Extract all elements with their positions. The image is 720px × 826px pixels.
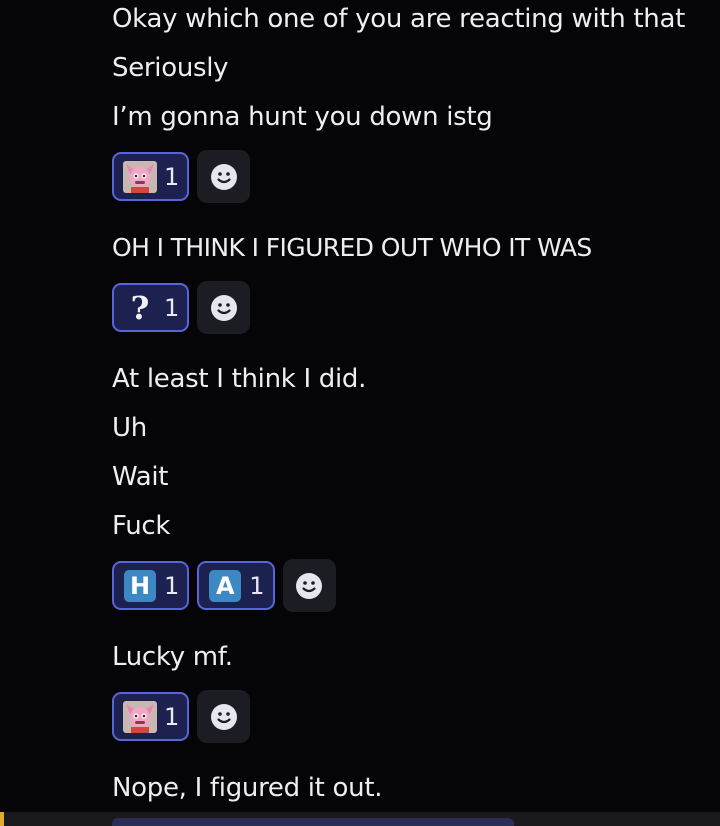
reaction-pink-character[interactable]: 1 [112,692,190,741]
message-text: Wait [112,462,169,492]
smiley-icon [296,572,323,599]
message-text: Fuck [112,511,171,541]
reaction-letter-a[interactable]: A 1 [197,561,275,610]
add-reaction-button[interactable] [197,690,251,743]
message-text: Nope, I figured it out. [112,773,383,803]
cut-off-embed [112,818,514,826]
reaction-bar: 1 [112,690,251,743]
reaction-count: 1 [249,571,265,600]
reaction-bar: 1 [112,150,251,203]
question-mark-icon: ? [130,288,150,327]
chat-messages: Okay which one of you are reacting with … [0,0,720,826]
message-text: At least I think I did. [112,364,367,394]
message-text: OH I THINK I FIGURED OUT WHO IT WAS [112,233,592,262]
reaction-bar: H 1 A 1 [112,559,336,612]
add-reaction-button[interactable] [282,559,336,612]
smiley-icon [210,703,237,730]
regional-h-icon: H [122,569,158,603]
reaction-count: 1 [164,162,180,191]
message-text: Okay which one of you are reacting with … [112,4,686,34]
reaction-count: 1 [164,702,180,731]
add-reaction-button[interactable] [197,281,251,334]
reaction-pink-character[interactable]: 1 [112,152,190,201]
reaction-count: 1 [164,571,180,600]
reaction-count: 1 [164,293,180,322]
pink-character-icon [122,700,158,734]
smiley-icon [210,294,237,321]
reaction-question[interactable]: ? 1 [112,283,190,332]
message-text: I’m gonna hunt you down istg [112,102,493,132]
message-text: Uh [112,413,147,443]
message-text: Lucky mf. [112,642,233,672]
mention-accent-bar [0,812,4,826]
smiley-icon [210,163,237,190]
reaction-letter-h[interactable]: H 1 [112,561,190,610]
add-reaction-button[interactable] [197,150,251,203]
regional-a-icon: A [207,569,243,603]
pink-character-icon [122,160,158,194]
message-text: Seriously [112,53,229,83]
reaction-bar: ? 1 [112,281,251,334]
